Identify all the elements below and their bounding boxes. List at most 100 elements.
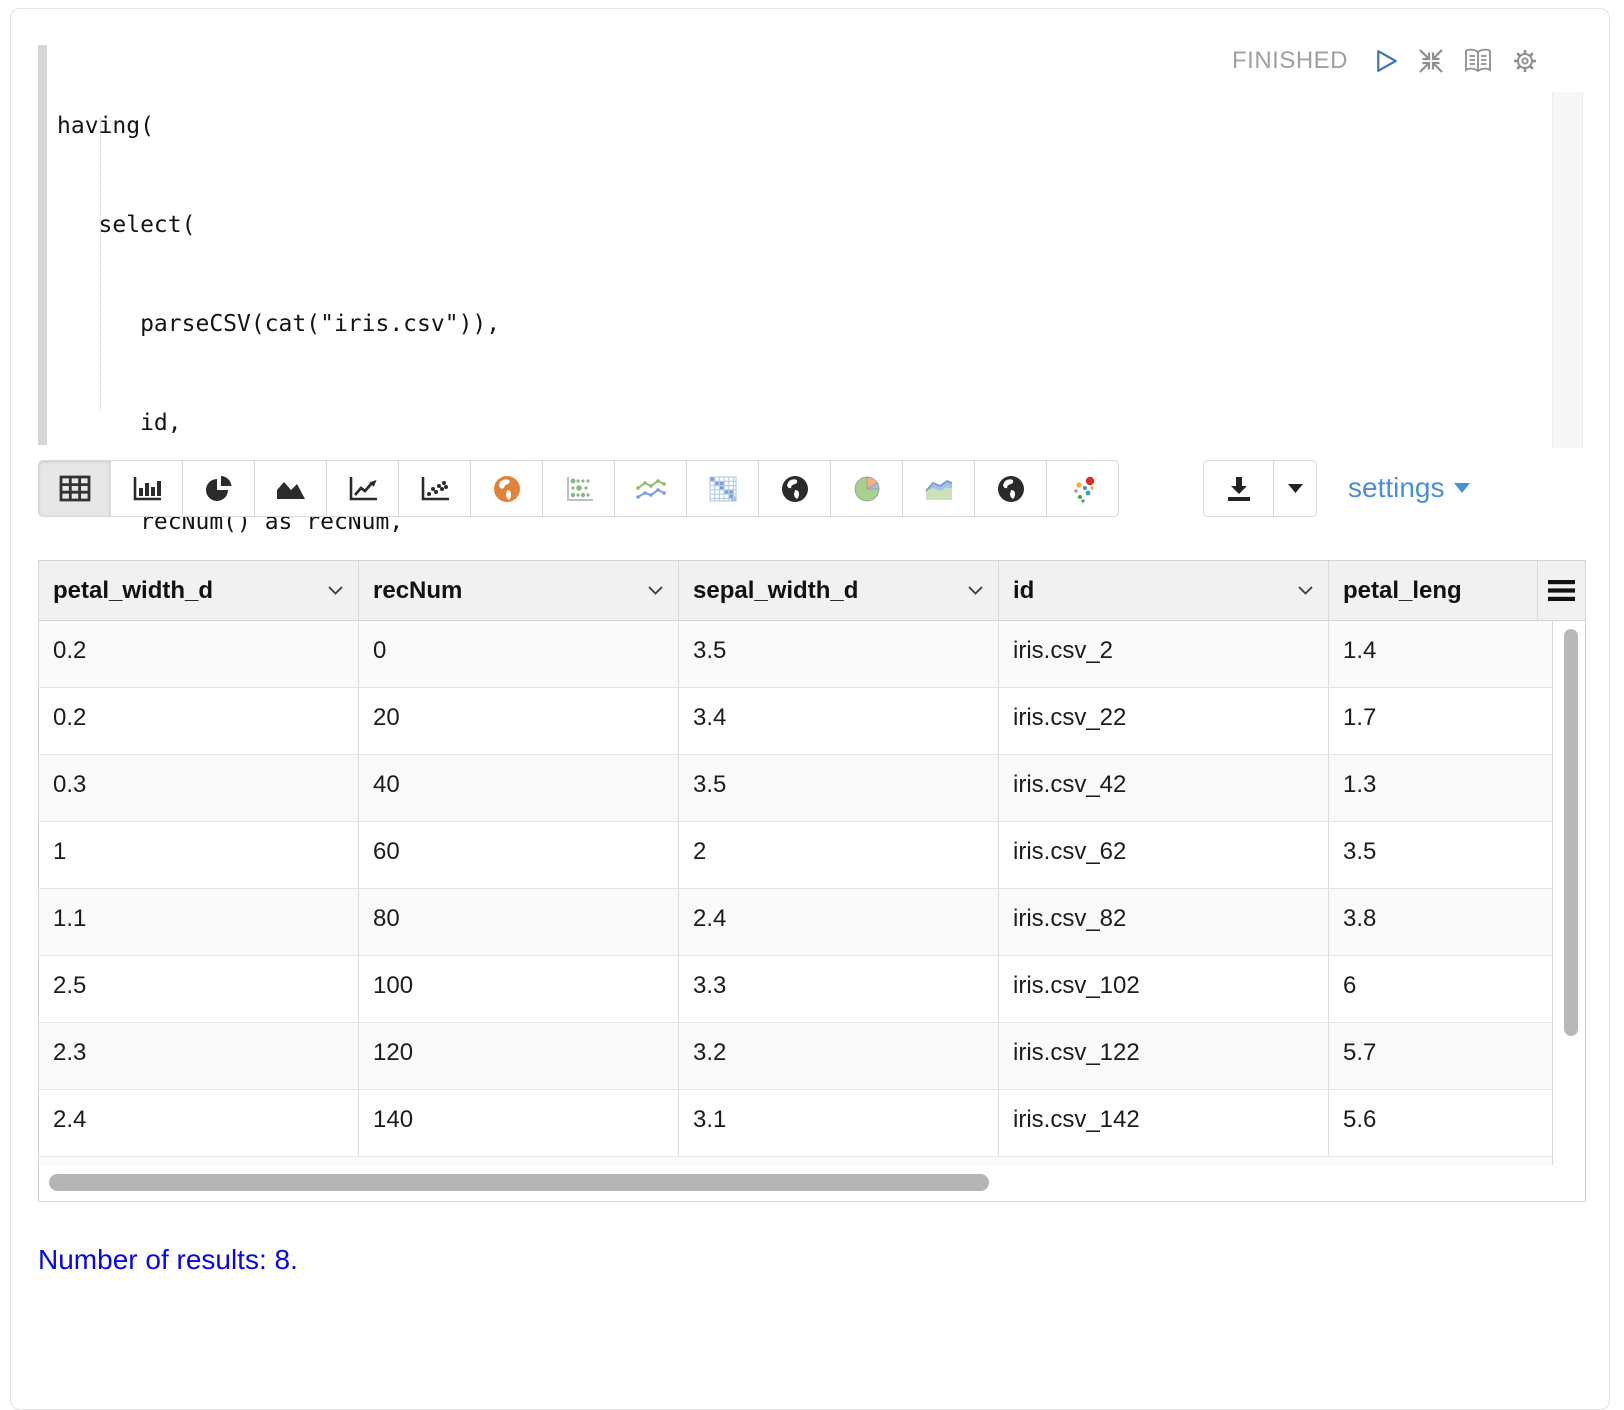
- chart-btn-line-chart[interactable]: [326, 460, 399, 517]
- chart-btn-globe-black-2[interactable]: [974, 460, 1047, 517]
- column-label: petal_leng: [1343, 577, 1462, 605]
- world-map-orange-icon: [492, 474, 522, 504]
- table-cell: 5.6: [1329, 1090, 1552, 1156]
- chart-btn-area-pastel[interactable]: [902, 460, 975, 517]
- results-count-text: Number of results: 8.: [38, 1244, 298, 1276]
- area-pastel-icon: [923, 476, 955, 502]
- table-cell: iris.csv_102: [999, 956, 1329, 1022]
- table-cell: iris.csv_82: [999, 889, 1329, 955]
- chart-btn-multi-line[interactable]: [614, 460, 687, 517]
- column-label: petal_width_d: [53, 577, 213, 605]
- table-icon: [59, 475, 91, 502]
- table-row: 1602iris.csv_623.5: [39, 822, 1552, 889]
- table-cell: 2.3: [39, 1023, 359, 1089]
- bar-chart-icon: [131, 475, 163, 502]
- heatmap-icon: [708, 475, 738, 503]
- chart-btn-bar-chart[interactable]: [110, 460, 183, 517]
- column-header-petal_length_d[interactable]: petal_leng: [1329, 561, 1537, 620]
- table-row: 0.3403.5iris.csv_421.3: [39, 755, 1552, 822]
- chevron-down-icon[interactable]: [1297, 585, 1314, 596]
- table-cell: 2: [679, 822, 999, 888]
- chart-btn-scatter[interactable]: [398, 460, 471, 517]
- download-icon: [1225, 476, 1253, 502]
- chevron-down-icon[interactable]: [967, 585, 984, 596]
- table-cell: iris.csv_2: [999, 621, 1329, 687]
- chart-btn-heatmap[interactable]: [686, 460, 759, 517]
- scatter-icon: [419, 475, 451, 502]
- settings-toggle[interactable]: settings: [1348, 472, 1470, 504]
- column-header-recNum[interactable]: recNum: [359, 561, 679, 620]
- table-cell: 2.5: [39, 956, 359, 1022]
- table-cell: 3.3: [679, 956, 999, 1022]
- collapse-icon[interactable]: [1416, 46, 1446, 76]
- globe-black-icon: [780, 474, 810, 504]
- result-table: petal_width_d recNum sepal_width_d id pe…: [38, 560, 1586, 1202]
- chart-btn-area-chart[interactable]: [254, 460, 327, 517]
- code-line: having(: [57, 110, 1537, 143]
- table-cell: 3.5: [1329, 822, 1552, 888]
- area-chart-icon: [275, 476, 307, 501]
- settings-label: settings: [1348, 472, 1445, 504]
- table-row: 1.1802.4iris.csv_823.8: [39, 889, 1552, 956]
- chart-btn-scatter-colored[interactable]: [1046, 460, 1119, 517]
- chart-btn-globe-black[interactable]: [758, 460, 831, 517]
- table-body: 0.203.5iris.csv_21.40.2203.4iris.csv_221…: [39, 621, 1553, 1157]
- table-cell: 3.2: [679, 1023, 999, 1089]
- table-cell: 1: [39, 822, 359, 888]
- bubble-grid-icon: [563, 475, 595, 503]
- report-book-icon[interactable]: [1463, 47, 1493, 75]
- table-menu-button[interactable]: [1537, 561, 1585, 620]
- table-cell: 80: [359, 889, 679, 955]
- chart-type-toolbar: [38, 460, 1119, 517]
- chart-btn-world-map-orange[interactable]: [470, 460, 543, 517]
- status-badge: FINISHED: [1232, 47, 1348, 75]
- table-horizontal-scrollbar[interactable]: [49, 1174, 989, 1191]
- chevron-down-icon[interactable]: [327, 585, 344, 596]
- chevron-down-icon[interactable]: [647, 585, 664, 596]
- column-label: sepal_width_d: [693, 577, 858, 605]
- table-cell: 3.5: [679, 755, 999, 821]
- code-line: select(: [57, 209, 1537, 242]
- table-cell: 40: [359, 755, 679, 821]
- table-row: 2.31203.2iris.csv_1225.7: [39, 1023, 1552, 1090]
- table-cell: 3.8: [1329, 889, 1552, 955]
- table-cell: 3.1: [679, 1090, 999, 1156]
- table-cell: 2.4: [679, 889, 999, 955]
- editor-scrollbar-track[interactable]: [1552, 92, 1583, 448]
- line-chart-icon: [347, 475, 379, 502]
- download-options-button[interactable]: [1273, 460, 1317, 517]
- table-cell: iris.csv_122: [999, 1023, 1329, 1089]
- table-cell: 0.3: [39, 755, 359, 821]
- editor-gutter: [38, 45, 47, 445]
- run-play-icon[interactable]: [1375, 48, 1399, 74]
- table-cell: iris.csv_22: [999, 688, 1329, 754]
- gear-icon[interactable]: [1510, 46, 1540, 76]
- chart-btn-pie-pastel[interactable]: [830, 460, 903, 517]
- table-cell: 0.2: [39, 621, 359, 687]
- download-button[interactable]: [1203, 460, 1274, 517]
- table-cell: 60: [359, 822, 679, 888]
- table-cell: 5.7: [1329, 1023, 1552, 1089]
- table-row: 2.41403.1iris.csv_1425.6: [39, 1090, 1552, 1157]
- table-cell: 6: [1329, 956, 1552, 1022]
- chart-btn-bubble-grid[interactable]: [542, 460, 615, 517]
- code-line: id,: [57, 407, 1537, 440]
- table-vertical-scrollbar[interactable]: [1564, 629, 1578, 1036]
- table-cell: 3.5: [679, 621, 999, 687]
- column-header-id[interactable]: id: [999, 561, 1329, 620]
- table-horizontal-scroll-track: [39, 1165, 1585, 1201]
- table-cell: 2.4: [39, 1090, 359, 1156]
- table-cell: iris.csv_42: [999, 755, 1329, 821]
- download-group: [1203, 460, 1317, 517]
- table-cell: 1.3: [1329, 755, 1552, 821]
- table-cell: iris.csv_62: [999, 822, 1329, 888]
- column-header-sepal_width_d[interactable]: sepal_width_d: [679, 561, 999, 620]
- column-header-petal_width_d[interactable]: petal_width_d: [39, 561, 359, 620]
- caret-down-icon: [1454, 483, 1470, 493]
- chart-btn-table[interactable]: [38, 460, 111, 517]
- chart-btn-pie-chart[interactable]: [182, 460, 255, 517]
- table-cell: 20: [359, 688, 679, 754]
- caret-down-icon: [1288, 484, 1303, 493]
- table-row: 0.2203.4iris.csv_221.7: [39, 688, 1552, 755]
- table-cell: 0.2: [39, 688, 359, 754]
